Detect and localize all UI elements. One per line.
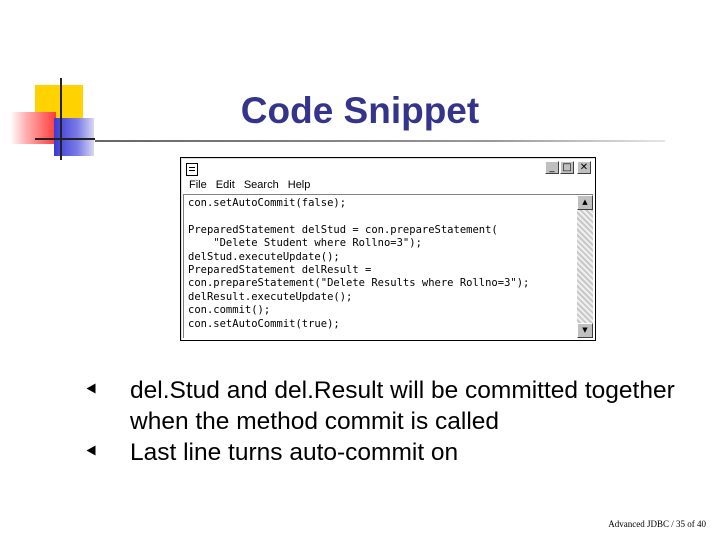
code-editor[interactable]: con.setAutoCommit(false); PreparedStatem…: [183, 194, 577, 338]
slide-title: Code Snippet: [240, 90, 480, 131]
maximize-icon[interactable]: □: [560, 161, 574, 174]
minimize-icon[interactable]: _: [545, 161, 559, 174]
menu-bar: File Edit Search Help: [183, 178, 593, 193]
code-text[interactable]: con.setAutoCommit(false); PreparedStatem…: [184, 195, 577, 333]
menu-file[interactable]: File: [189, 178, 207, 193]
slide-footer: Advanced JDBC / 35 of 40: [608, 519, 706, 529]
bullet-item: Last line turns auto-commit on: [86, 437, 686, 468]
bullet-text: del.Stud and del.Result will be committe…: [130, 377, 675, 435]
notepad-window: _ □ ✕ File Edit Search Help con.setAutoC…: [180, 157, 596, 341]
vertical-scrollbar[interactable]: ▲ ▼: [577, 194, 593, 338]
title-underline: [95, 140, 665, 142]
menu-help[interactable]: Help: [288, 178, 311, 193]
logo-horizontal-line: [35, 138, 95, 140]
bullet-list: del.Stud and del.Result will be committe…: [86, 375, 686, 468]
menu-search[interactable]: Search: [244, 178, 279, 193]
scroll-down-icon[interactable]: ▼: [577, 323, 593, 338]
bullet-text: Last line turns auto-commit on: [130, 439, 459, 466]
notepad-icon[interactable]: [186, 163, 198, 176]
menu-edit[interactable]: Edit: [216, 178, 235, 193]
close-icon[interactable]: ✕: [577, 161, 591, 174]
bullet-icon: [86, 383, 96, 394]
window-titlebar[interactable]: _ □ ✕: [183, 160, 593, 177]
bullet-icon: [86, 445, 96, 456]
scroll-up-icon[interactable]: ▲: [577, 195, 593, 210]
slide-logo: [0, 0, 110, 170]
bullet-item: del.Stud and del.Result will be committe…: [86, 375, 686, 437]
